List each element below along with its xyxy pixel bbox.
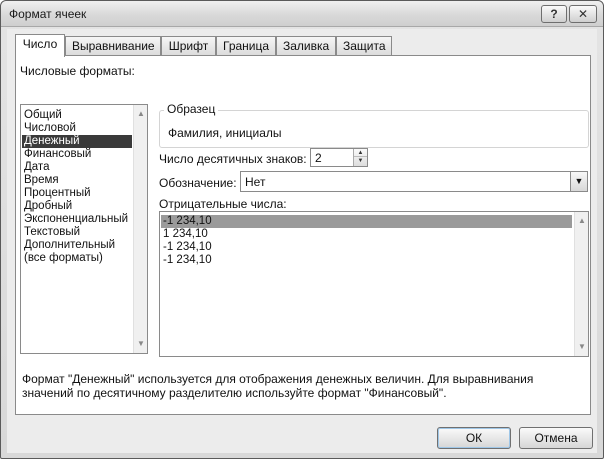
- decimal-places-stepper[interactable]: 2 ▲ ▼: [310, 148, 368, 167]
- negative-numbers-list[interactable]: -1 234,10 1 234,10 -1 234,10 -1 234,10 ▲…: [159, 211, 589, 357]
- help-button[interactable]: ?: [541, 5, 567, 23]
- negative-scrollbar[interactable]: ▲ ▼: [574, 212, 588, 356]
- tab-border[interactable]: Граница: [216, 36, 276, 56]
- chevron-down-icon[interactable]: ▼: [570, 172, 587, 191]
- list-item-selected[interactable]: Денежный: [22, 135, 132, 148]
- list-item[interactable]: Числовой: [22, 122, 132, 135]
- close-icon: ✕: [577, 7, 589, 21]
- symbol-value: Нет: [245, 175, 266, 189]
- tab-alignment[interactable]: Выравнивание: [65, 36, 161, 56]
- list-item[interactable]: Время: [22, 174, 132, 187]
- help-icon: ?: [550, 7, 558, 21]
- symbol-select[interactable]: Нет ▼: [240, 171, 588, 192]
- negative-numbers-label: Отрицательные числа:: [159, 197, 287, 211]
- decimal-places-value[interactable]: 2: [315, 151, 322, 165]
- spinner-buttons: ▲ ▼: [353, 149, 367, 166]
- scroll-up-icon[interactable]: ▲: [134, 107, 148, 121]
- sample-value: Фамилия, инициалы: [168, 126, 282, 140]
- tab-font[interactable]: Шрифт: [161, 36, 216, 56]
- close-button[interactable]: ✕: [569, 5, 597, 23]
- list-item[interactable]: Общий: [22, 109, 132, 122]
- list-item[interactable]: Процентный: [22, 187, 132, 200]
- number-tab-panel: Числовые форматы: Общий Числовой Денежны…: [15, 55, 591, 415]
- number-formats-list[interactable]: Общий Числовой Денежный Финансовый Дата …: [20, 104, 148, 354]
- scroll-up-icon[interactable]: ▲: [575, 214, 589, 228]
- tab-number[interactable]: Число: [15, 34, 65, 57]
- tab-fill[interactable]: Заливка: [276, 36, 336, 56]
- ok-button[interactable]: ОК: [437, 427, 511, 449]
- list-item[interactable]: -1 234,10: [161, 254, 572, 267]
- list-item[interactable]: -1 234,10: [161, 241, 572, 254]
- format-cells-dialog: Формат ячеек ? ✕ Число Выравнивание Шриф…: [0, 0, 604, 459]
- tab-protection[interactable]: Защита: [336, 36, 392, 56]
- list-item-selected[interactable]: -1 234,10: [161, 215, 572, 228]
- title-bar[interactable]: Формат ячеек ? ✕: [1, 1, 603, 27]
- list-item[interactable]: Текстовый: [22, 226, 132, 239]
- list-item[interactable]: Дата: [22, 161, 132, 174]
- window-title: Формат ячеек: [9, 7, 87, 21]
- list-item[interactable]: Экспоненциальный: [22, 213, 132, 226]
- list-item[interactable]: Финансовый: [22, 148, 132, 161]
- list-item[interactable]: Дополнительный: [22, 239, 132, 252]
- formats-scrollbar[interactable]: ▲ ▼: [133, 105, 147, 353]
- symbol-label: Обозначение:: [159, 176, 237, 190]
- list-item[interactable]: (все форматы): [22, 252, 132, 265]
- sample-legend: Образец: [164, 102, 219, 116]
- dialog-content: Число Выравнивание Шрифт Граница Заливка…: [7, 29, 597, 453]
- decimal-places-label: Число десятичных знаков:: [159, 152, 307, 166]
- cancel-button[interactable]: Отмена: [519, 427, 593, 449]
- number-formats-label: Числовые форматы:: [20, 64, 135, 78]
- spin-down-icon[interactable]: ▼: [354, 157, 367, 165]
- list-item[interactable]: 1 234,10: [161, 228, 572, 241]
- spin-up-icon[interactable]: ▲: [354, 149, 367, 157]
- format-description: Формат "Денежный" используется для отобр…: [22, 372, 534, 400]
- scroll-down-icon[interactable]: ▼: [134, 337, 148, 351]
- scroll-down-icon[interactable]: ▼: [575, 340, 589, 354]
- list-item[interactable]: Дробный: [22, 200, 132, 213]
